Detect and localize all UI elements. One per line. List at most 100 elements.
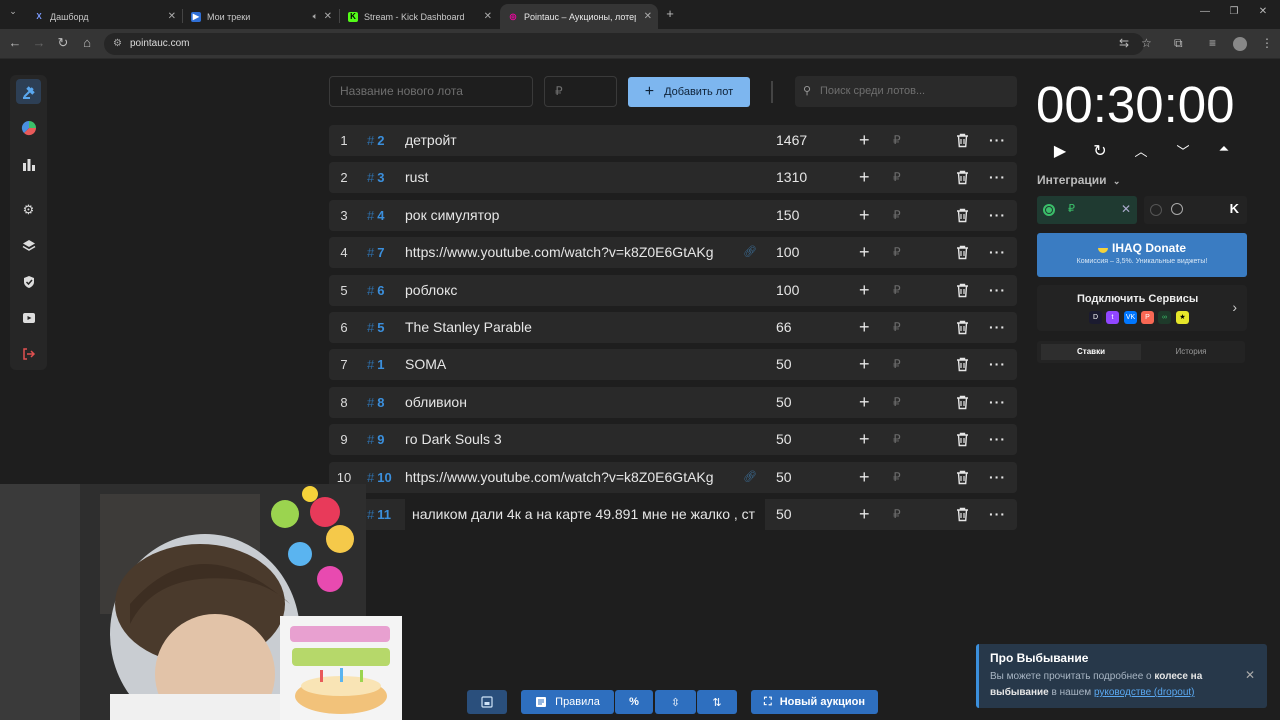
add-amount-icon[interactable]: + bbox=[859, 424, 870, 455]
trash-icon[interactable] bbox=[956, 283, 969, 301]
trash-icon[interactable] bbox=[956, 133, 969, 151]
browser-tab[interactable]: X Дашборд ✕ bbox=[26, 4, 182, 29]
trash-icon[interactable] bbox=[956, 395, 969, 413]
more-options-icon[interactable]: ··· bbox=[989, 200, 1006, 231]
add-amount-icon[interactable]: + bbox=[859, 462, 870, 493]
lot-amount-input[interactable]: ₽ bbox=[544, 76, 617, 107]
lot-name[interactable]: детройт bbox=[405, 125, 725, 156]
add-amount-icon[interactable]: + bbox=[859, 499, 870, 530]
trash-icon[interactable] bbox=[956, 470, 969, 488]
new-tab-icon[interactable]: + bbox=[661, 6, 679, 21]
integrations-dropdown[interactable]: Интеграции ⌄ bbox=[1037, 173, 1120, 187]
forward-icon[interactable]: → bbox=[30, 35, 48, 50]
close-icon[interactable]: ✕ bbox=[1245, 668, 1255, 682]
link-icon[interactable]: 🔗︎ bbox=[743, 237, 757, 268]
browser-tab-active[interactable]: ◎ Pointauc – Аукционы, лотереи ✕ bbox=[500, 4, 658, 29]
currency-input[interactable]: ₽ bbox=[893, 125, 901, 156]
lot-name[interactable]: роблокс bbox=[405, 275, 725, 306]
more-options-icon[interactable]: ··· bbox=[989, 424, 1006, 455]
currency-input[interactable]: ₽ bbox=[893, 237, 901, 268]
trash-icon[interactable] bbox=[956, 170, 969, 188]
tab-search-icon[interactable]: ⌄ bbox=[4, 6, 22, 17]
double-up-icon[interactable]: ⏶ bbox=[1213, 141, 1235, 157]
trash-icon[interactable] bbox=[956, 245, 969, 263]
trash-icon[interactable] bbox=[956, 432, 969, 450]
add-amount-icon[interactable]: + bbox=[859, 387, 870, 418]
currency-input[interactable]: ₽ bbox=[893, 162, 901, 193]
currency-input[interactable]: ₽ bbox=[893, 312, 901, 343]
add-amount-icon[interactable]: + bbox=[859, 162, 870, 193]
donation-integration-toggle[interactable]: ₽ ✕ bbox=[1037, 196, 1137, 224]
window-close-icon[interactable]: ✕ bbox=[1254, 6, 1272, 17]
more-options-icon[interactable]: ··· bbox=[989, 499, 1006, 530]
connect-services-panel[interactable]: Подключить Сервисы D t VK P ∞ ★ › bbox=[1037, 285, 1247, 331]
currency-input[interactable]: ₽ bbox=[893, 275, 901, 306]
sort-icon[interactable]: ⇅ bbox=[697, 690, 737, 714]
lot-name-input[interactable]: Название нового лота bbox=[329, 76, 533, 107]
trash-icon[interactable] bbox=[956, 208, 969, 226]
split-icon[interactable]: ⇳ bbox=[655, 690, 696, 714]
translate-icon[interactable]: ⇆ bbox=[1119, 36, 1129, 50]
browser-menu-icon[interactable]: ⋮ bbox=[1261, 36, 1273, 50]
add-lot-button[interactable]: + Добавить лот bbox=[628, 77, 750, 107]
video-icon[interactable] bbox=[16, 305, 41, 330]
rules-button[interactable]: Правила bbox=[521, 690, 614, 714]
add-amount-icon[interactable]: + bbox=[859, 237, 870, 268]
media-controls-icon[interactable]: ≡ bbox=[1209, 36, 1216, 50]
add-amount-icon[interactable]: + bbox=[859, 125, 870, 156]
lot-name[interactable]: обливион bbox=[405, 387, 725, 418]
shield-icon[interactable] bbox=[16, 269, 41, 294]
site-info-icon[interactable]: ⚙ bbox=[113, 33, 122, 55]
currency-input[interactable]: ₽ bbox=[893, 424, 901, 455]
ihaq-donate-banner[interactable]: IHAQ Donate Комиссия – 3,5%. Уникальные … bbox=[1037, 233, 1247, 277]
lot-name[interactable]: SOMA bbox=[405, 349, 725, 380]
more-options-icon[interactable]: ··· bbox=[989, 162, 1006, 193]
percent-icon[interactable]: % bbox=[615, 690, 653, 714]
add-amount-icon[interactable]: + bbox=[859, 349, 870, 380]
url-field[interactable]: ⚙ pointauc.com bbox=[104, 33, 1144, 55]
more-options-icon[interactable]: ··· bbox=[989, 237, 1006, 268]
profile-avatar[interactable] bbox=[1233, 37, 1247, 51]
close-icon[interactable]: ✕ bbox=[324, 11, 332, 22]
add-amount-icon[interactable]: + bbox=[859, 312, 870, 343]
more-options-icon[interactable]: ··· bbox=[989, 462, 1006, 493]
tab-bets[interactable]: Ставки bbox=[1041, 344, 1141, 360]
lot-name[interactable]: https://www.youtube.com/watch?v=k8Z0E6Gt… bbox=[405, 462, 725, 493]
more-options-icon[interactable]: ··· bbox=[989, 349, 1006, 380]
currency-input[interactable]: ₽ bbox=[893, 200, 901, 231]
link-icon[interactable]: 🔗︎ bbox=[743, 462, 757, 493]
close-icon[interactable]: ✕ bbox=[168, 11, 176, 22]
home-icon[interactable]: ⌂ bbox=[78, 35, 96, 50]
more-options-icon[interactable]: ··· bbox=[989, 275, 1006, 306]
lot-name[interactable]: го Dark Souls 3 bbox=[405, 424, 725, 455]
browser-tab[interactable]: ▶ Мои треки 🔈︎ ✕ bbox=[183, 4, 338, 29]
close-icon[interactable]: ✕ bbox=[484, 11, 492, 22]
trash-icon[interactable] bbox=[956, 320, 969, 338]
lot-search-input[interactable]: ⚲ Поиск среди лотов... bbox=[795, 76, 1017, 107]
lot-name[interactable]: rust bbox=[405, 162, 725, 193]
more-options-icon[interactable]: ··· bbox=[989, 125, 1006, 156]
play-icon[interactable]: ▶ bbox=[1049, 141, 1071, 161]
save-icon[interactable] bbox=[467, 690, 507, 714]
toast-guide-link[interactable]: руководстве (dropout) bbox=[1094, 687, 1195, 698]
tab-history[interactable]: История bbox=[1141, 344, 1241, 360]
currency-input[interactable]: ₽ bbox=[893, 462, 901, 493]
lot-name[interactable]: наликом дали 4к а на карте 49.891 мне не… bbox=[405, 499, 765, 530]
chevron-down-icon[interactable]: ﹀ bbox=[1172, 141, 1194, 160]
currency-input[interactable]: ₽ bbox=[893, 499, 901, 530]
add-amount-icon[interactable]: + bbox=[859, 200, 870, 231]
more-options-icon[interactable]: ··· bbox=[989, 312, 1006, 343]
back-icon[interactable]: ← bbox=[6, 35, 24, 50]
trash-icon[interactable] bbox=[956, 357, 969, 375]
layers-icon[interactable] bbox=[16, 233, 41, 258]
extensions-icon[interactable]: ⧉ bbox=[1174, 36, 1183, 51]
trash-icon[interactable] bbox=[956, 507, 969, 525]
lot-name[interactable]: https://www.youtube.com/watch?v=k8Z0E6Gt… bbox=[405, 237, 725, 268]
logout-icon[interactable] bbox=[16, 341, 41, 366]
lot-name[interactable]: The Stanley Parable bbox=[405, 312, 725, 343]
new-auction-button[interactable]: ⛶ Новый аукцион bbox=[751, 690, 878, 714]
browser-tab[interactable]: K Stream - Kick Dashboard ✕ bbox=[340, 4, 498, 29]
maximize-icon[interactable]: ❐ bbox=[1225, 6, 1243, 17]
reset-icon[interactable]: ↻ bbox=[1089, 141, 1111, 161]
currency-input[interactable]: ₽ bbox=[893, 387, 901, 418]
